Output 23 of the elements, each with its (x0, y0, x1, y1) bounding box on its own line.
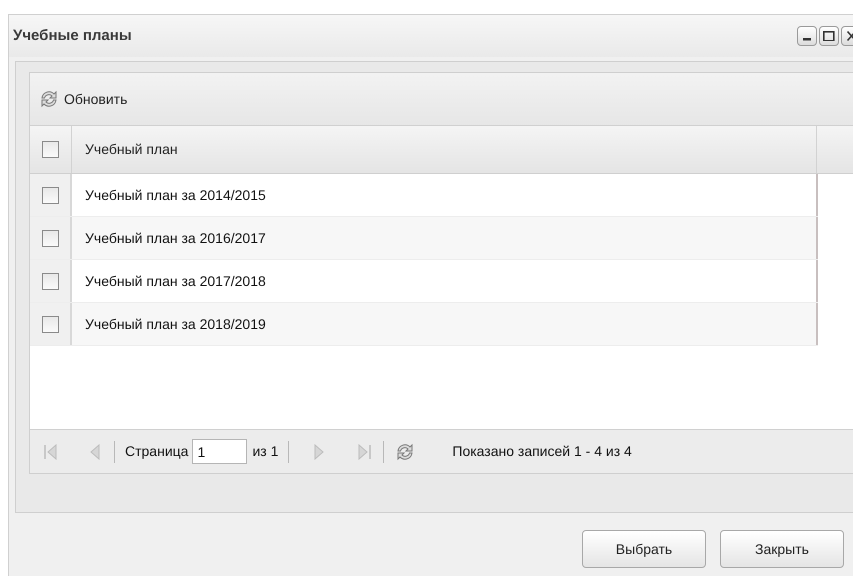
select-button[interactable]: Выбрать (582, 530, 706, 568)
table-cell-text: Учебный план за 2016/2017 (85, 228, 266, 248)
checkbox[interactable] (42, 272, 58, 290)
window-title: Учебные планы (13, 26, 133, 46)
refresh-button[interactable]: Обновить (38, 88, 128, 110)
checkbox[interactable] (42, 186, 58, 204)
close-icon (846, 31, 853, 41)
maximize-icon (823, 30, 835, 42)
checkbox[interactable] (42, 141, 59, 158)
page-field[interactable]: 1 (192, 439, 248, 464)
table-cell-text: Учебный план за 2014/2015 (85, 186, 266, 204)
table-cell-text: Учебный план за 2018/2019 (85, 314, 266, 334)
page-count: из 1 (252, 442, 278, 461)
minimize-button[interactable] (797, 26, 817, 46)
checkbox[interactable] (42, 316, 58, 332)
close-dialog-button[interactable]: Закрыть (720, 530, 844, 568)
maximize-button[interactable] (819, 26, 839, 46)
column-header[interactable]: Учебный план (85, 139, 178, 160)
checkbox[interactable] (42, 230, 58, 246)
records-summary: Показано записей 1 - 4 из 4 (452, 442, 632, 461)
table-cell-text: Учебный план за 2017/2018 (85, 272, 266, 290)
page-label: Страница (125, 442, 188, 461)
minimize-icon (803, 38, 811, 41)
